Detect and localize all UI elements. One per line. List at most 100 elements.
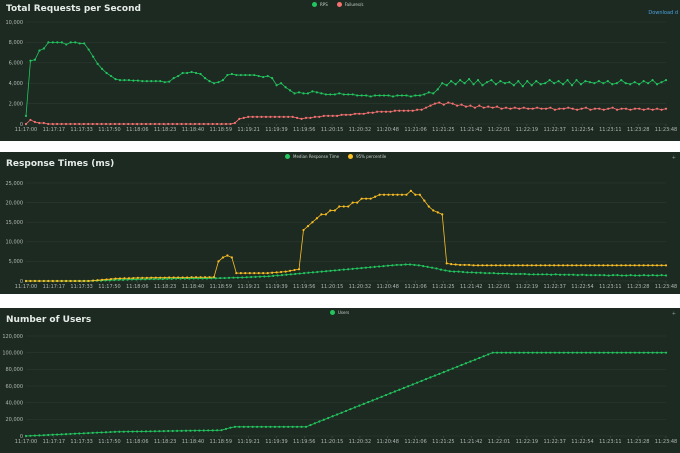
data-point bbox=[282, 115, 285, 118]
data-point bbox=[51, 122, 54, 126]
data-point bbox=[333, 269, 337, 272]
data-point bbox=[342, 93, 345, 96]
data-point bbox=[593, 107, 596, 110]
data-point bbox=[470, 271, 473, 274]
y-tick-label: 15,000 bbox=[6, 220, 24, 226]
data-point bbox=[167, 429, 170, 433]
x-tick-label: 11:22:37 bbox=[543, 284, 565, 290]
data-point bbox=[153, 430, 156, 433]
data-point bbox=[624, 82, 627, 85]
data-point bbox=[127, 430, 130, 433]
data-point bbox=[96, 279, 99, 282]
data-point bbox=[396, 94, 399, 97]
data-point bbox=[24, 434, 28, 438]
data-point bbox=[557, 80, 560, 83]
data-point bbox=[598, 107, 601, 110]
data-point bbox=[78, 42, 81, 45]
data-point bbox=[118, 79, 122, 82]
data-point bbox=[152, 277, 156, 281]
data-point bbox=[203, 276, 207, 279]
data-point bbox=[127, 277, 131, 280]
data-point bbox=[589, 351, 592, 354]
data-point bbox=[141, 80, 144, 83]
data-point bbox=[447, 369, 450, 372]
data-point bbox=[56, 433, 59, 436]
data-point bbox=[476, 79, 480, 82]
data-point bbox=[429, 376, 432, 379]
data-point bbox=[360, 266, 363, 270]
data-point bbox=[104, 431, 108, 434]
data-point bbox=[266, 272, 269, 275]
data-point bbox=[315, 217, 319, 220]
data-point bbox=[499, 264, 502, 267]
data-point bbox=[29, 118, 32, 122]
data-point bbox=[208, 276, 211, 279]
x-tick-label: 11:21:42 bbox=[460, 127, 482, 133]
data-point bbox=[386, 264, 390, 267]
data-point bbox=[566, 79, 569, 82]
data-point bbox=[398, 109, 401, 112]
data-point bbox=[250, 275, 253, 279]
data-point bbox=[576, 274, 579, 277]
data-point bbox=[607, 107, 610, 110]
data-point bbox=[588, 264, 592, 267]
data-point bbox=[562, 107, 565, 110]
x-tick-label: 11:17:33 bbox=[70, 439, 92, 445]
data-point bbox=[87, 122, 90, 126]
data-point bbox=[365, 94, 368, 97]
data-point bbox=[336, 413, 339, 416]
data-point bbox=[51, 433, 54, 436]
data-point bbox=[267, 275, 270, 278]
data-point bbox=[482, 106, 485, 109]
data-point bbox=[87, 279, 90, 283]
data-point bbox=[224, 122, 228, 126]
data-point bbox=[580, 107, 583, 110]
data-point bbox=[78, 122, 81, 126]
data-point bbox=[616, 274, 619, 277]
data-point bbox=[83, 42, 86, 45]
data-point bbox=[602, 351, 605, 354]
data-point bbox=[463, 82, 466, 85]
data-point bbox=[633, 81, 636, 84]
rps-chart-panel: Total Requests per Second RPS Failures/s… bbox=[0, 0, 680, 141]
data-point bbox=[541, 273, 544, 276]
data-point bbox=[188, 277, 191, 280]
x-tick-label: 11:22:54 bbox=[571, 284, 593, 290]
data-point bbox=[362, 112, 365, 115]
data-point bbox=[506, 272, 509, 275]
data-point bbox=[96, 122, 99, 126]
data-point bbox=[435, 267, 438, 270]
data-point bbox=[271, 271, 274, 274]
data-point bbox=[441, 82, 444, 85]
data-point bbox=[519, 272, 522, 276]
x-tick-label: 11:21:25 bbox=[432, 284, 454, 290]
data-point bbox=[29, 59, 32, 62]
data-point bbox=[324, 213, 327, 216]
data-point bbox=[373, 94, 377, 97]
x-tick-label: 11:19:56 bbox=[293, 439, 315, 445]
x-tick-label: 11:23:11 bbox=[599, 284, 621, 290]
y-tick-label: 6,000 bbox=[9, 61, 23, 67]
data-point bbox=[642, 274, 646, 277]
data-point bbox=[356, 94, 359, 97]
data-point bbox=[548, 264, 551, 267]
data-point bbox=[171, 429, 174, 433]
data-point bbox=[570, 84, 574, 87]
data-point bbox=[544, 107, 548, 110]
data-point bbox=[540, 351, 543, 354]
data-point bbox=[136, 79, 139, 82]
data-point bbox=[294, 272, 297, 276]
data-point bbox=[362, 402, 365, 405]
data-point bbox=[351, 93, 354, 96]
data-point bbox=[163, 81, 166, 84]
data-point bbox=[278, 115, 281, 118]
data-point bbox=[611, 351, 614, 354]
data-point bbox=[433, 102, 436, 105]
data-point bbox=[378, 193, 381, 196]
data-point bbox=[245, 276, 248, 279]
data-point bbox=[527, 351, 530, 354]
data-point bbox=[544, 351, 548, 354]
data-point bbox=[42, 121, 45, 125]
data-point bbox=[167, 122, 170, 126]
data-point bbox=[144, 430, 148, 433]
